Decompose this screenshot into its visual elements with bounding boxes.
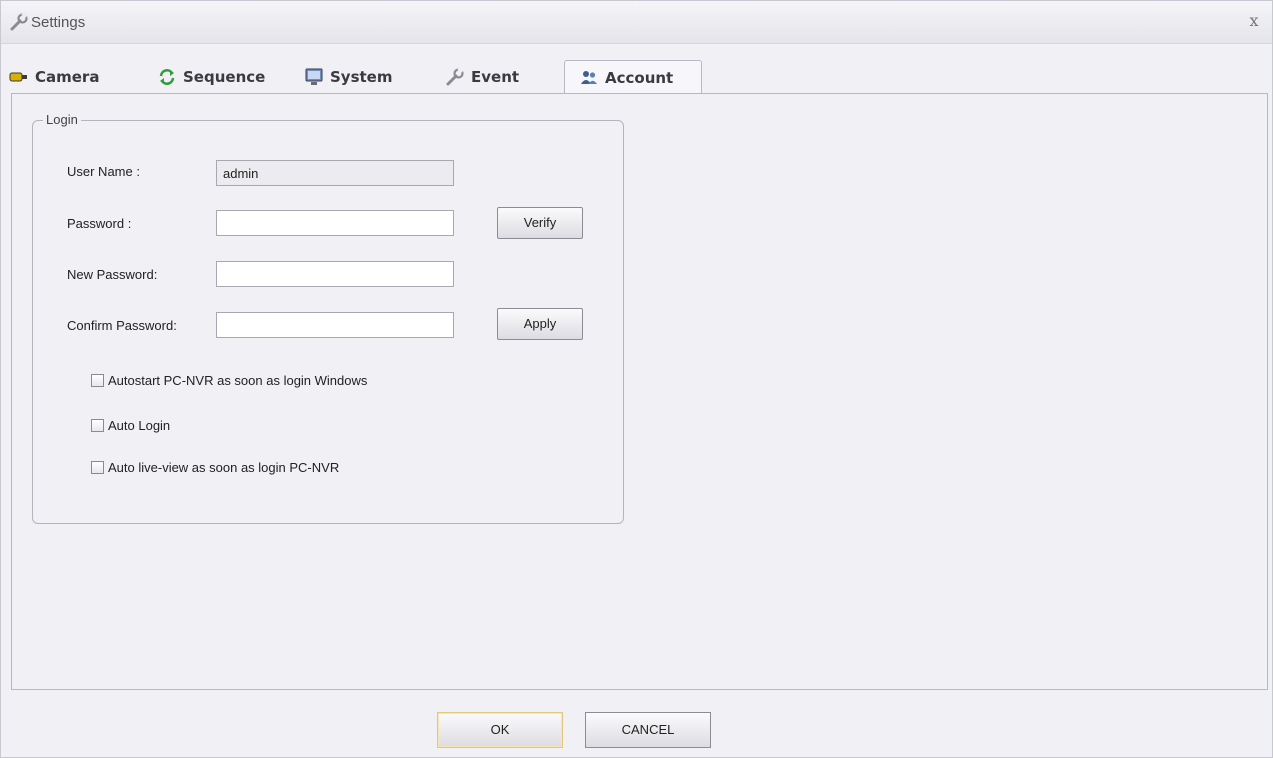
auto-login-option[interactable]: Auto Login [91,418,170,433]
new-password-field[interactable] [216,261,454,287]
username-field[interactable] [216,160,454,186]
tab-event[interactable]: Event [445,61,519,93]
password-label: Password : [67,216,132,231]
login-group-title: Login [43,112,81,127]
title-bar: Settings x [1,1,1272,44]
confirm-password-field[interactable] [216,312,454,338]
autostart-checkbox[interactable] [91,374,104,387]
autostart-label: Autostart PC-NVR as soon as login Window… [108,373,368,388]
tab-label: Sequence [183,68,266,86]
username-label: User Name : [67,164,140,179]
camera-icon [9,67,29,87]
tab-account[interactable]: Account [564,60,703,94]
users-icon [579,68,599,88]
password-field[interactable] [216,210,454,236]
account-panel: Login User Name : Password : Verify New … [11,93,1268,690]
auto-liveview-option[interactable]: Auto live-view as soon as login PC-NVR [91,460,339,475]
dialog-footer: OK CANCEL [1,691,1272,757]
tab-label: System [330,68,393,86]
new-password-label: New Password: [67,267,158,282]
tab-sequence[interactable]: Sequence [157,61,265,93]
tab-label: Account [605,68,674,87]
ok-button[interactable]: OK [437,712,563,748]
wrench-icon [445,66,465,87]
auto-liveview-checkbox[interactable] [91,461,104,474]
cancel-button[interactable]: CANCEL [585,712,711,748]
auto-login-checkbox[interactable] [91,419,104,432]
tab-bar: Camera Sequence System Event Account [9,60,1266,94]
window-title: Settings [31,14,86,31]
tab-camera[interactable]: Camera [9,61,99,93]
auto-login-label: Auto Login [108,418,171,433]
settings-window: Settings x Camera Sequence System Event … [0,0,1273,758]
wrench-icon [9,11,29,32]
sequence-icon [157,67,177,87]
monitor-icon [304,67,324,87]
tab-system[interactable]: System [304,61,392,93]
tab-label: Event [471,68,520,86]
autostart-option[interactable]: Autostart PC-NVR as soon as login Window… [91,373,367,388]
confirm-password-label: Confirm Password: [67,318,177,333]
login-group: Login User Name : Password : Verify New … [32,112,624,524]
auto-liveview-label: Auto live-view as soon as login PC-NVR [108,460,340,475]
close-button[interactable]: x [1244,11,1264,31]
tab-label: Camera [35,68,100,86]
verify-button[interactable]: Verify [497,207,583,239]
apply-button[interactable]: Apply [497,308,583,340]
